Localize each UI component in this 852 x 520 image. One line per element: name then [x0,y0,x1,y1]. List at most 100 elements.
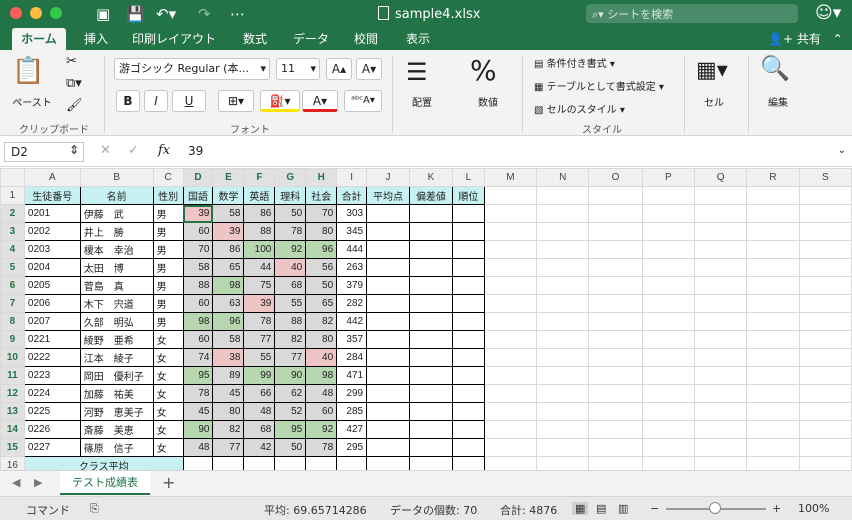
empty-cell[interactable] [641,258,695,277]
grid-cell[interactable]: 女 [152,330,184,349]
empty-cell[interactable] [483,294,538,313]
empty-cell[interactable] [693,240,748,259]
grid-cell[interactable] [366,240,410,259]
empty-cell[interactable] [798,348,852,367]
empty-cell[interactable] [746,294,800,313]
scroll-left-icon[interactable]: ◀ [12,476,20,489]
grid-cell[interactable] [409,456,453,470]
grid-cell[interactable]: 98 [212,276,245,295]
zoom-slider-thumb[interactable] [709,502,721,514]
grid-cell[interactable] [336,456,368,470]
borders-button[interactable]: ⊞▾ [218,90,254,112]
col-header-f[interactable]: F [243,168,276,187]
empty-cell[interactable] [798,366,852,385]
empty-cell[interactable] [798,240,852,259]
grid-cell[interactable]: 89 [212,366,245,385]
grid-cell[interactable] [366,402,410,421]
grid-cell[interactable]: 斎藤 美恵 [79,420,154,439]
empty-cell[interactable] [693,366,748,385]
grid-cell[interactable]: 96 [212,312,245,331]
empty-cell[interactable] [693,348,748,367]
tab-insert[interactable]: 挿入 [76,28,116,50]
col-header-k[interactable]: K [409,168,453,187]
maximize-window-button[interactable] [50,7,62,19]
grid-cell[interactable]: 50 [305,276,338,295]
grid-cell[interactable]: 86 [243,204,276,223]
page-break-view-icon[interactable]: ▥ [618,502,628,515]
grid-cell[interactable]: 39 [212,222,245,241]
empty-cell[interactable] [483,348,538,367]
col-header-c[interactable]: C [152,168,184,187]
tab-page-layout[interactable]: 印刷レイアウト [124,28,224,50]
fill-color-button[interactable]: ⛽▾ [260,90,300,112]
select-all-corner[interactable] [0,168,25,187]
row-header[interactable]: 4 [0,240,25,259]
empty-cell[interactable] [798,186,852,205]
empty-cell[interactable] [798,276,852,295]
empty-cell[interactable] [693,204,748,223]
grid-cell[interactable] [409,294,453,313]
grid-cell[interactable]: 92 [274,240,307,259]
grid-cell[interactable]: 88 [243,222,276,241]
empty-cell[interactable] [798,258,852,277]
empty-cell[interactable] [536,276,590,295]
empty-cell[interactable] [641,438,695,457]
empty-cell[interactable] [483,402,538,421]
sidebar-toggle-icon[interactable]: ▣ [96,5,110,23]
grid-cell[interactable]: 0222 [23,348,81,367]
page-layout-view-icon[interactable]: ▤ [596,502,606,515]
empty-cell[interactable] [641,222,695,241]
row-header[interactable]: 10 [0,348,25,367]
grid-cell[interactable]: 江本 綾子 [79,348,154,367]
grid-cell[interactable]: 40 [274,258,307,277]
grid-cell[interactable]: 78 [305,438,338,457]
empty-cell[interactable] [746,438,800,457]
class-average-label-cell[interactable]: クラス平均 [23,456,184,470]
empty-cell[interactable] [536,294,590,313]
empty-cell[interactable] [798,402,852,421]
tab-data[interactable]: データ [286,28,336,50]
grid-cell[interactable]: 95 [182,366,214,385]
grid-cell[interactable]: 78 [243,312,276,331]
empty-cell[interactable] [536,420,590,439]
grid-cell[interactable] [366,258,410,277]
font-color-button[interactable]: A▾ [302,90,338,112]
grid-cell[interactable] [409,438,453,457]
grid-cell[interactable]: 久部 明弘 [79,312,154,331]
grid-cell[interactable]: 427 [336,420,368,439]
grid-cell[interactable]: 0223 [23,366,81,385]
empty-cell[interactable] [588,402,643,421]
grid-cell[interactable] [366,276,410,295]
grid-cell[interactable]: 70 [305,204,338,223]
grid-cell[interactable]: 男 [152,240,184,259]
grid-cell[interactable]: 綾野 亜希 [79,330,154,349]
empty-cell[interactable] [536,330,590,349]
empty-cell[interactable] [798,438,852,457]
empty-cell[interactable] [483,420,538,439]
collapse-ribbon-icon[interactable]: ⌃ [833,32,843,46]
col-header-d[interactable]: D [182,168,214,187]
grid-cell[interactable]: 0221 [23,330,81,349]
empty-cell[interactable] [588,348,643,367]
empty-cell[interactable] [641,312,695,331]
number-label[interactable]: 数値 [466,94,510,109]
grid-cell[interactable]: 0224 [23,384,81,403]
empty-cell[interactable] [588,384,643,403]
minimize-window-button[interactable] [30,7,42,19]
empty-cell[interactable] [536,384,590,403]
grid-cell[interactable]: 女 [152,348,184,367]
empty-cell[interactable] [641,456,695,470]
grid-cell[interactable]: 伊藤 武 [79,204,154,223]
font-size-select[interactable]: 11 ▾ [276,58,320,80]
grid-cell[interactable]: 58 [212,204,245,223]
grid-cell[interactable] [366,348,410,367]
grid-cell[interactable]: 99 [243,366,276,385]
empty-cell[interactable] [588,438,643,457]
grid-body[interactable]: 1 生徒番号 名前 性別 国語 数学 英語 理科 社会 合計 平均点 偏差値 順位 2 0201 伊藤 武男3… [0,186,852,470]
empty-cell[interactable] [746,348,800,367]
grid-cell[interactable]: 442 [336,312,368,331]
grid-cell[interactable]: 42 [243,438,276,457]
share-button[interactable]: 👤+ 共有 ⌃ [768,28,843,50]
empty-cell[interactable] [746,420,800,439]
empty-cell[interactable] [588,240,643,259]
